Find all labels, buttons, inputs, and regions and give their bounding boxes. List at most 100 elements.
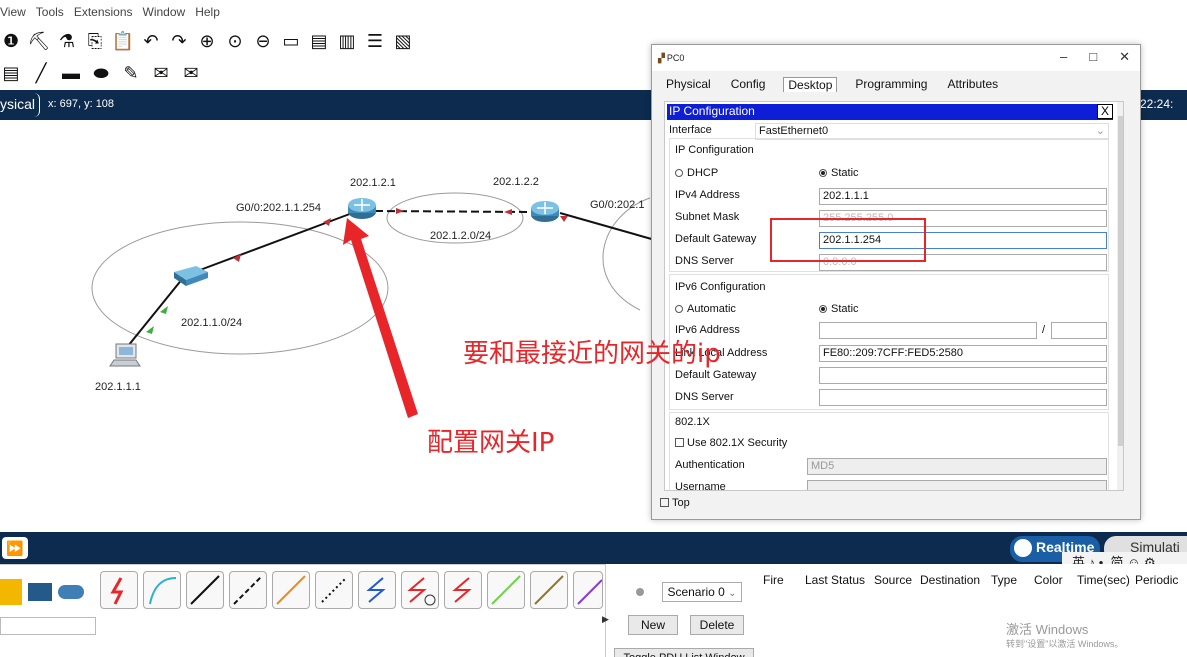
cable-straight-icon[interactable] — [186, 571, 224, 609]
gateway6-label: Default Gateway — [675, 369, 757, 381]
menu-help[interactable]: Help — [195, 5, 220, 25]
cable-phone-icon[interactable] — [315, 571, 353, 609]
network-info-icon[interactable]: ⛏ — [28, 30, 51, 52]
redo-icon[interactable]: ↷ — [168, 30, 190, 52]
tab-programming[interactable]: Programming — [853, 77, 929, 92]
dot1x-section-title: 802.1X — [675, 416, 710, 428]
paste-icon[interactable]: 📋 — [112, 30, 134, 52]
ipv6-address-field[interactable] — [819, 322, 1037, 339]
router-r1-icon[interactable] — [348, 198, 376, 219]
minimize-icon[interactable]: – — [1060, 49, 1067, 65]
col-destination[interactable]: Destination — [920, 573, 980, 587]
cable-coaxial-icon[interactable] — [358, 571, 396, 609]
auth-label: Authentication — [675, 459, 745, 471]
cable-serial-dce-icon[interactable] — [401, 571, 439, 609]
device-search-field[interactable] — [0, 617, 96, 635]
tab-physical[interactable]: Physical — [664, 77, 713, 92]
automatic-radio[interactable]: Automatic — [675, 303, 736, 315]
pc0-dialog[interactable]: ▞ PC0 – □ ✕ Physical Config Desktop Prog… — [651, 44, 1141, 520]
col-last-status[interactable]: Last Status — [805, 573, 865, 587]
top-checkbox[interactable]: Top — [660, 497, 690, 509]
lan-net-label: 202.1.1.0/24 — [181, 317, 243, 329]
packet-tracer-window: View Tools Extensions Window Help ❶ ⛏ ⚗ … — [0, 0, 1187, 657]
close-icon[interactable]: ✕ — [1119, 49, 1130, 65]
use-dot1x-checkbox[interactable]: Use 802.1X Security — [675, 437, 787, 449]
fast-forward-button[interactable]: ⏩ — [2, 537, 28, 559]
ipv6-section-title: IPv6 Configuration — [675, 281, 766, 293]
router-r2-icon[interactable] — [531, 201, 559, 222]
ipv4-address-field[interactable]: 202.1.1.1 — [819, 188, 1107, 205]
cable-console-icon[interactable] — [143, 571, 181, 609]
pdu-icon[interactable]: ☰ — [364, 30, 386, 52]
delete-scenario-button[interactable]: Delete — [690, 615, 744, 635]
tab-config[interactable]: Config — [729, 77, 768, 92]
ellipse-tool-icon[interactable]: ⬬ — [90, 62, 112, 84]
cable-octal-icon[interactable] — [487, 571, 525, 609]
zoom-out-icon[interactable]: ⊖ — [252, 30, 274, 52]
gateway-highlight-box — [770, 218, 926, 262]
menu-window[interactable]: Window — [143, 5, 186, 25]
pc-icon[interactable] — [109, 343, 141, 367]
gateway6-field[interactable] — [819, 367, 1107, 384]
cable-auto-icon[interactable] — [100, 571, 138, 609]
username-field[interactable] — [807, 480, 1107, 490]
lightning-category-icon[interactable] — [0, 579, 22, 605]
maximize-icon[interactable]: □ — [1089, 49, 1097, 65]
simple-pdu-icon[interactable]: ✉ — [150, 62, 172, 84]
note-icon[interactable]: ▥ — [336, 30, 358, 52]
undo-icon[interactable]: ↶ — [140, 30, 162, 52]
scrollbar[interactable] — [1117, 102, 1123, 490]
menu-tools[interactable]: Tools — [36, 5, 64, 25]
static-radio[interactable]: Static — [819, 167, 859, 179]
zoom-in-icon[interactable]: ⊕ — [196, 30, 218, 52]
top-label: Top — [672, 497, 690, 509]
ip-config-close-button[interactable]: X — [1097, 104, 1113, 119]
menu-bar: View Tools Extensions Window Help — [0, 5, 220, 25]
auth-select[interactable]: MD5 — [807, 458, 1107, 475]
rectangle-tool-icon[interactable]: ▬ — [60, 62, 82, 84]
custom-device-icon[interactable]: ▤ — [308, 30, 330, 52]
cable-serial-dte-icon[interactable] — [444, 571, 482, 609]
col-time[interactable]: Time(sec) — [1077, 573, 1130, 587]
r1-ip-label: 202.1.2.1 — [350, 177, 396, 189]
tab-attributes[interactable]: Attributes — [945, 77, 1000, 92]
linklocal-field[interactable]: FE80::209:7CFF:FED5:2580 — [819, 345, 1107, 362]
scenario-select[interactable]: Scenario 0 ⌄ — [662, 582, 742, 602]
col-periodic[interactable]: Periodic — [1135, 573, 1178, 587]
new-scenario-button[interactable]: New — [628, 615, 678, 635]
dhcp-radio[interactable]: DHCP — [675, 167, 718, 179]
physical-tab[interactable]: ysical — [0, 93, 41, 117]
tab-desktop[interactable]: Desktop — [783, 77, 838, 92]
cable-fiber-icon[interactable] — [272, 571, 310, 609]
static6-radio[interactable]: Static — [819, 303, 859, 315]
cable-usb-icon[interactable] — [573, 571, 603, 609]
cloud-category-icon[interactable] — [58, 585, 84, 599]
drawing-palette-icon[interactable]: ▭ — [280, 30, 302, 52]
ipv6-prefix-field[interactable] — [1051, 322, 1107, 339]
zoom-reset-icon[interactable]: ⊙ — [224, 30, 246, 52]
complex-pdu-icon[interactable]: ✉ — [180, 62, 202, 84]
cable-pc-switch — [127, 277, 184, 347]
image-icon[interactable]: ▧ — [392, 30, 414, 52]
note-tool-icon[interactable]: ▤ — [0, 62, 22, 84]
activity-wizard-icon[interactable]: ⚗ — [56, 30, 78, 52]
cable-iot-icon[interactable] — [530, 571, 568, 609]
menu-view[interactable]: View — [0, 5, 26, 25]
dns6-field[interactable] — [819, 389, 1107, 406]
scrollbar-thumb[interactable] — [1118, 116, 1123, 446]
col-color[interactable]: Color — [1034, 573, 1063, 587]
expand-arrow-icon[interactable]: ▶ — [602, 614, 609, 625]
freeform-tool-icon[interactable]: ✎ — [120, 62, 142, 84]
folder-category-icon[interactable] — [28, 583, 52, 601]
link-arrow — [560, 216, 568, 222]
col-source[interactable]: Source — [874, 573, 912, 587]
col-fire[interactable]: Fire — [763, 573, 784, 587]
menu-extensions[interactable]: Extensions — [74, 5, 133, 25]
cable-crossover-icon[interactable] — [229, 571, 267, 609]
device-panel — [0, 564, 610, 657]
copy-icon[interactable]: ⎘ — [84, 30, 106, 52]
info-icon[interactable]: ❶ — [0, 30, 22, 52]
toggle-pdu-button[interactable]: Toggle PDU List Window — [614, 648, 754, 657]
col-type[interactable]: Type — [991, 573, 1017, 587]
line-tool-icon[interactable]: ╱ — [30, 62, 52, 84]
